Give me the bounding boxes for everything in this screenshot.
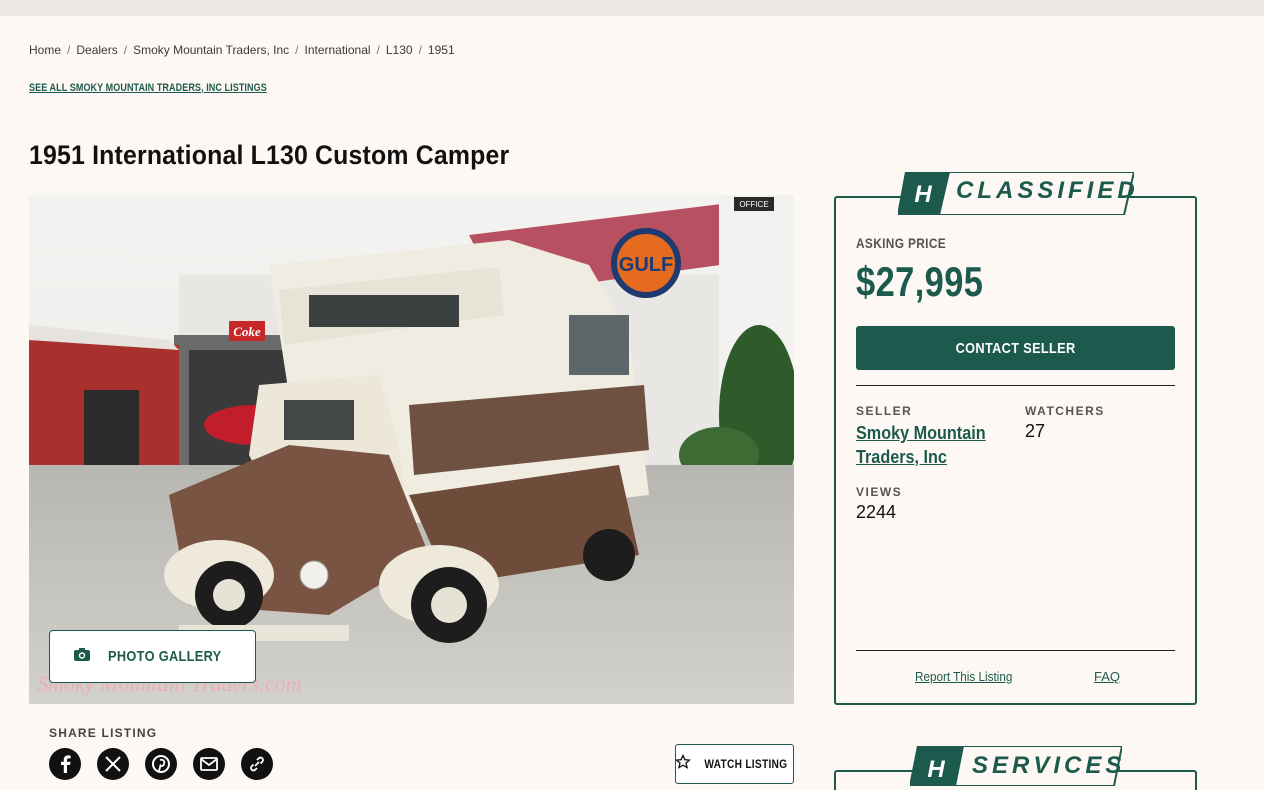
listing-main-photo[interactable]: OFFICE GULF Coke Smoky Mountain Traders.… (29, 195, 794, 704)
camera-icon (73, 647, 90, 666)
hagerty-h-logo-icon: H (927, 756, 945, 783)
watch-listing-label: WATCH LISTING (703, 757, 788, 771)
page-title: 1951 International L130 Custom Camper (29, 140, 510, 170)
watchers-label: WATCHERS (1025, 404, 1105, 418)
pinterest-icon[interactable] (145, 748, 177, 780)
photo-gallery-button[interactable]: PHOTO GALLERY (49, 630, 256, 683)
link-icon[interactable] (241, 748, 273, 780)
faq-link[interactable]: FAQ (1094, 669, 1120, 684)
breadcrumb-model[interactable]: L130 (386, 43, 413, 57)
photo-gallery-label: PHOTO GALLERY (107, 648, 222, 665)
gulf-sign: GULF (619, 254, 673, 276)
classified-banner-text: CLASSIFIED (956, 177, 1139, 204)
watch-listing-button[interactable]: WATCH LISTING (674, 744, 794, 784)
asking-price-label: ASKING PRICE (856, 235, 947, 251)
breadcrumb-separator: / (376, 43, 380, 57)
top-nav-bar (0, 0, 1264, 16)
card-divider (856, 385, 1175, 386)
see-all-dealer-listings-link[interactable]: SEE ALL SMOKY MOUNTAIN TRADERS, INC LIST… (29, 82, 267, 94)
watchers-count: 27 (1025, 421, 1046, 441)
breadcrumb-separator: / (295, 43, 299, 57)
facebook-icon[interactable] (49, 748, 81, 780)
breadcrumb-home[interactable]: Home (29, 43, 61, 57)
email-icon[interactable] (193, 748, 225, 780)
contact-seller-button[interactable]: CONTACT SELLER (856, 326, 1175, 370)
breadcrumb: Home / Dealers / Smoky Mountain Traders, I… (29, 43, 455, 57)
breadcrumb-year: 1951 (427, 43, 455, 57)
breadcrumb-dealer[interactable]: Smoky Mountain Traders, Inc (133, 43, 289, 57)
hagerty-h-logo-icon: H (914, 181, 932, 208)
views-count: 2244 (856, 502, 897, 522)
office-sign: OFFICE (739, 200, 768, 209)
asking-price: $27,995 (856, 258, 984, 305)
share-listing-label: SHARE LISTING (49, 726, 158, 740)
seller-name-link[interactable]: Smoky Mountain Traders, Inc (856, 421, 1000, 469)
classified-banner: H CLASSIFIED (898, 172, 1135, 215)
report-listing-link[interactable]: Report This Listing (915, 669, 1012, 684)
star-icon (674, 753, 691, 775)
breadcrumb-separator: / (418, 43, 422, 57)
seller-label: SELLER (856, 404, 913, 418)
coke-sign: Coke (233, 324, 261, 339)
x-icon[interactable] (97, 748, 129, 780)
breadcrumb-separator: / (123, 43, 128, 57)
breadcrumb-make[interactable]: International (304, 43, 370, 57)
services-banner: H SERVICES (910, 746, 1122, 786)
breadcrumb-separator: / (67, 43, 71, 57)
card-divider (856, 650, 1175, 651)
breadcrumb-dealers[interactable]: Dealers (76, 43, 117, 57)
views-label: VIEWS (856, 485, 903, 499)
share-icons (49, 748, 273, 780)
contact-seller-label: CONTACT SELLER (955, 339, 1076, 357)
